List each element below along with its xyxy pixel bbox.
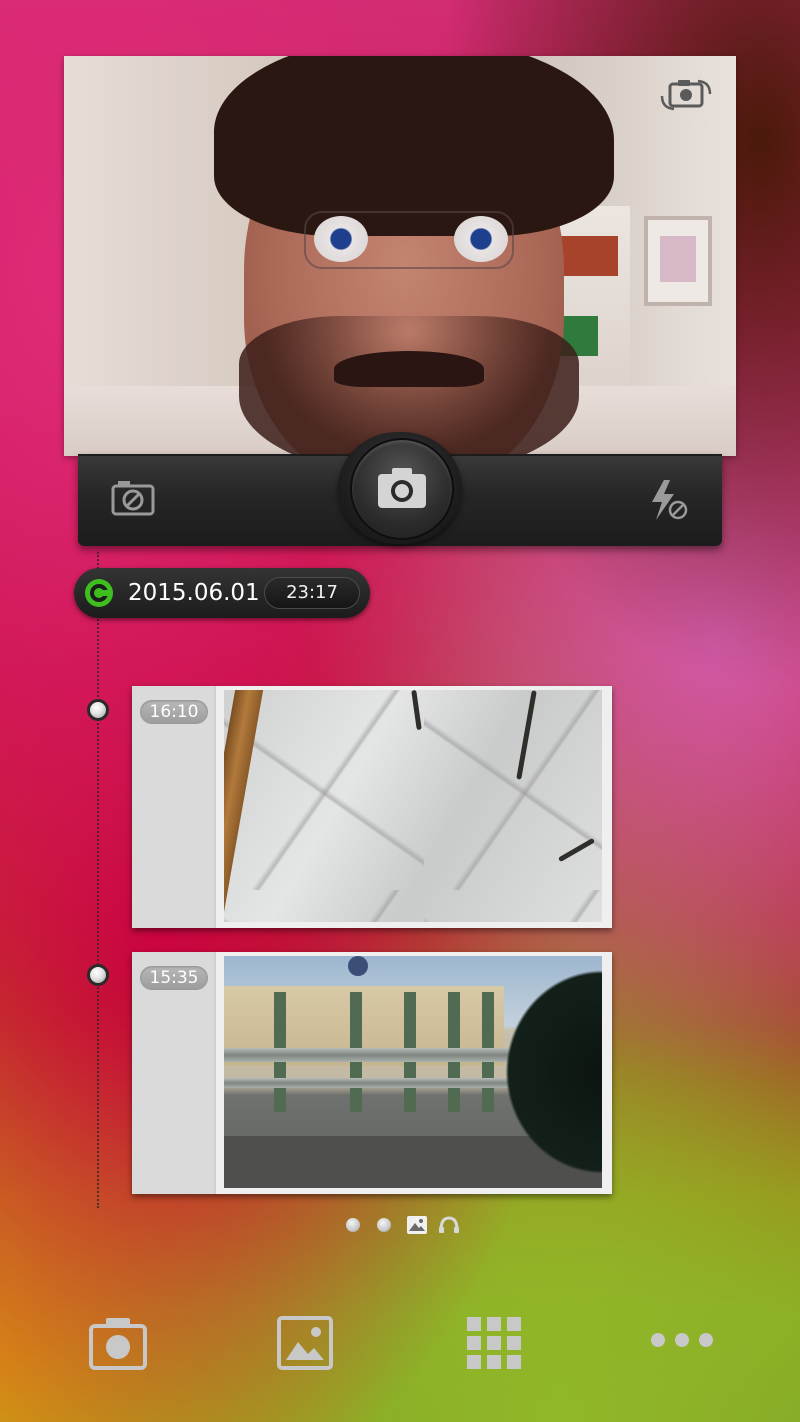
music-page-icon[interactable] xyxy=(438,1216,460,1234)
timeline-line xyxy=(97,552,99,1208)
timeline-date: 2015.06.01 xyxy=(128,580,260,606)
page-dot[interactable] xyxy=(377,1218,391,1232)
camera-icon[interactable] xyxy=(88,1314,148,1372)
flash-off-icon[interactable] xyxy=(648,478,690,522)
gallery-page-icon[interactable] xyxy=(406,1215,428,1235)
gallery-icon[interactable] xyxy=(276,1314,336,1372)
app-grid-icon[interactable] xyxy=(464,1314,524,1372)
shutter-button[interactable] xyxy=(350,438,454,540)
photo-thumbnail[interactable] xyxy=(224,956,602,1188)
entry-time: 15:35 xyxy=(140,966,208,990)
timeline-entry[interactable]: 15:35 xyxy=(132,952,612,1194)
page-dot[interactable] xyxy=(346,1218,360,1232)
photo-thumbnail[interactable] xyxy=(224,690,602,922)
live-indicator-icon xyxy=(85,579,113,607)
timeline-node xyxy=(87,699,109,721)
timeline-entry[interactable]: 16:10 xyxy=(132,686,612,928)
entry-time: 16:10 xyxy=(140,700,208,724)
camera-off-icon[interactable] xyxy=(110,478,156,518)
timeline-header[interactable]: 2015.06.01 23:17 xyxy=(74,568,370,618)
camera-viewfinder[interactable] xyxy=(64,56,736,456)
timeline-node xyxy=(87,964,109,986)
switch-camera-icon[interactable] xyxy=(658,78,714,112)
page-indicator xyxy=(340,1214,470,1236)
timeline-time: 23:17 xyxy=(264,577,360,609)
more-icon[interactable] xyxy=(648,1314,718,1372)
viewfinder-preview-image xyxy=(64,56,736,456)
camera-icon xyxy=(378,468,426,508)
